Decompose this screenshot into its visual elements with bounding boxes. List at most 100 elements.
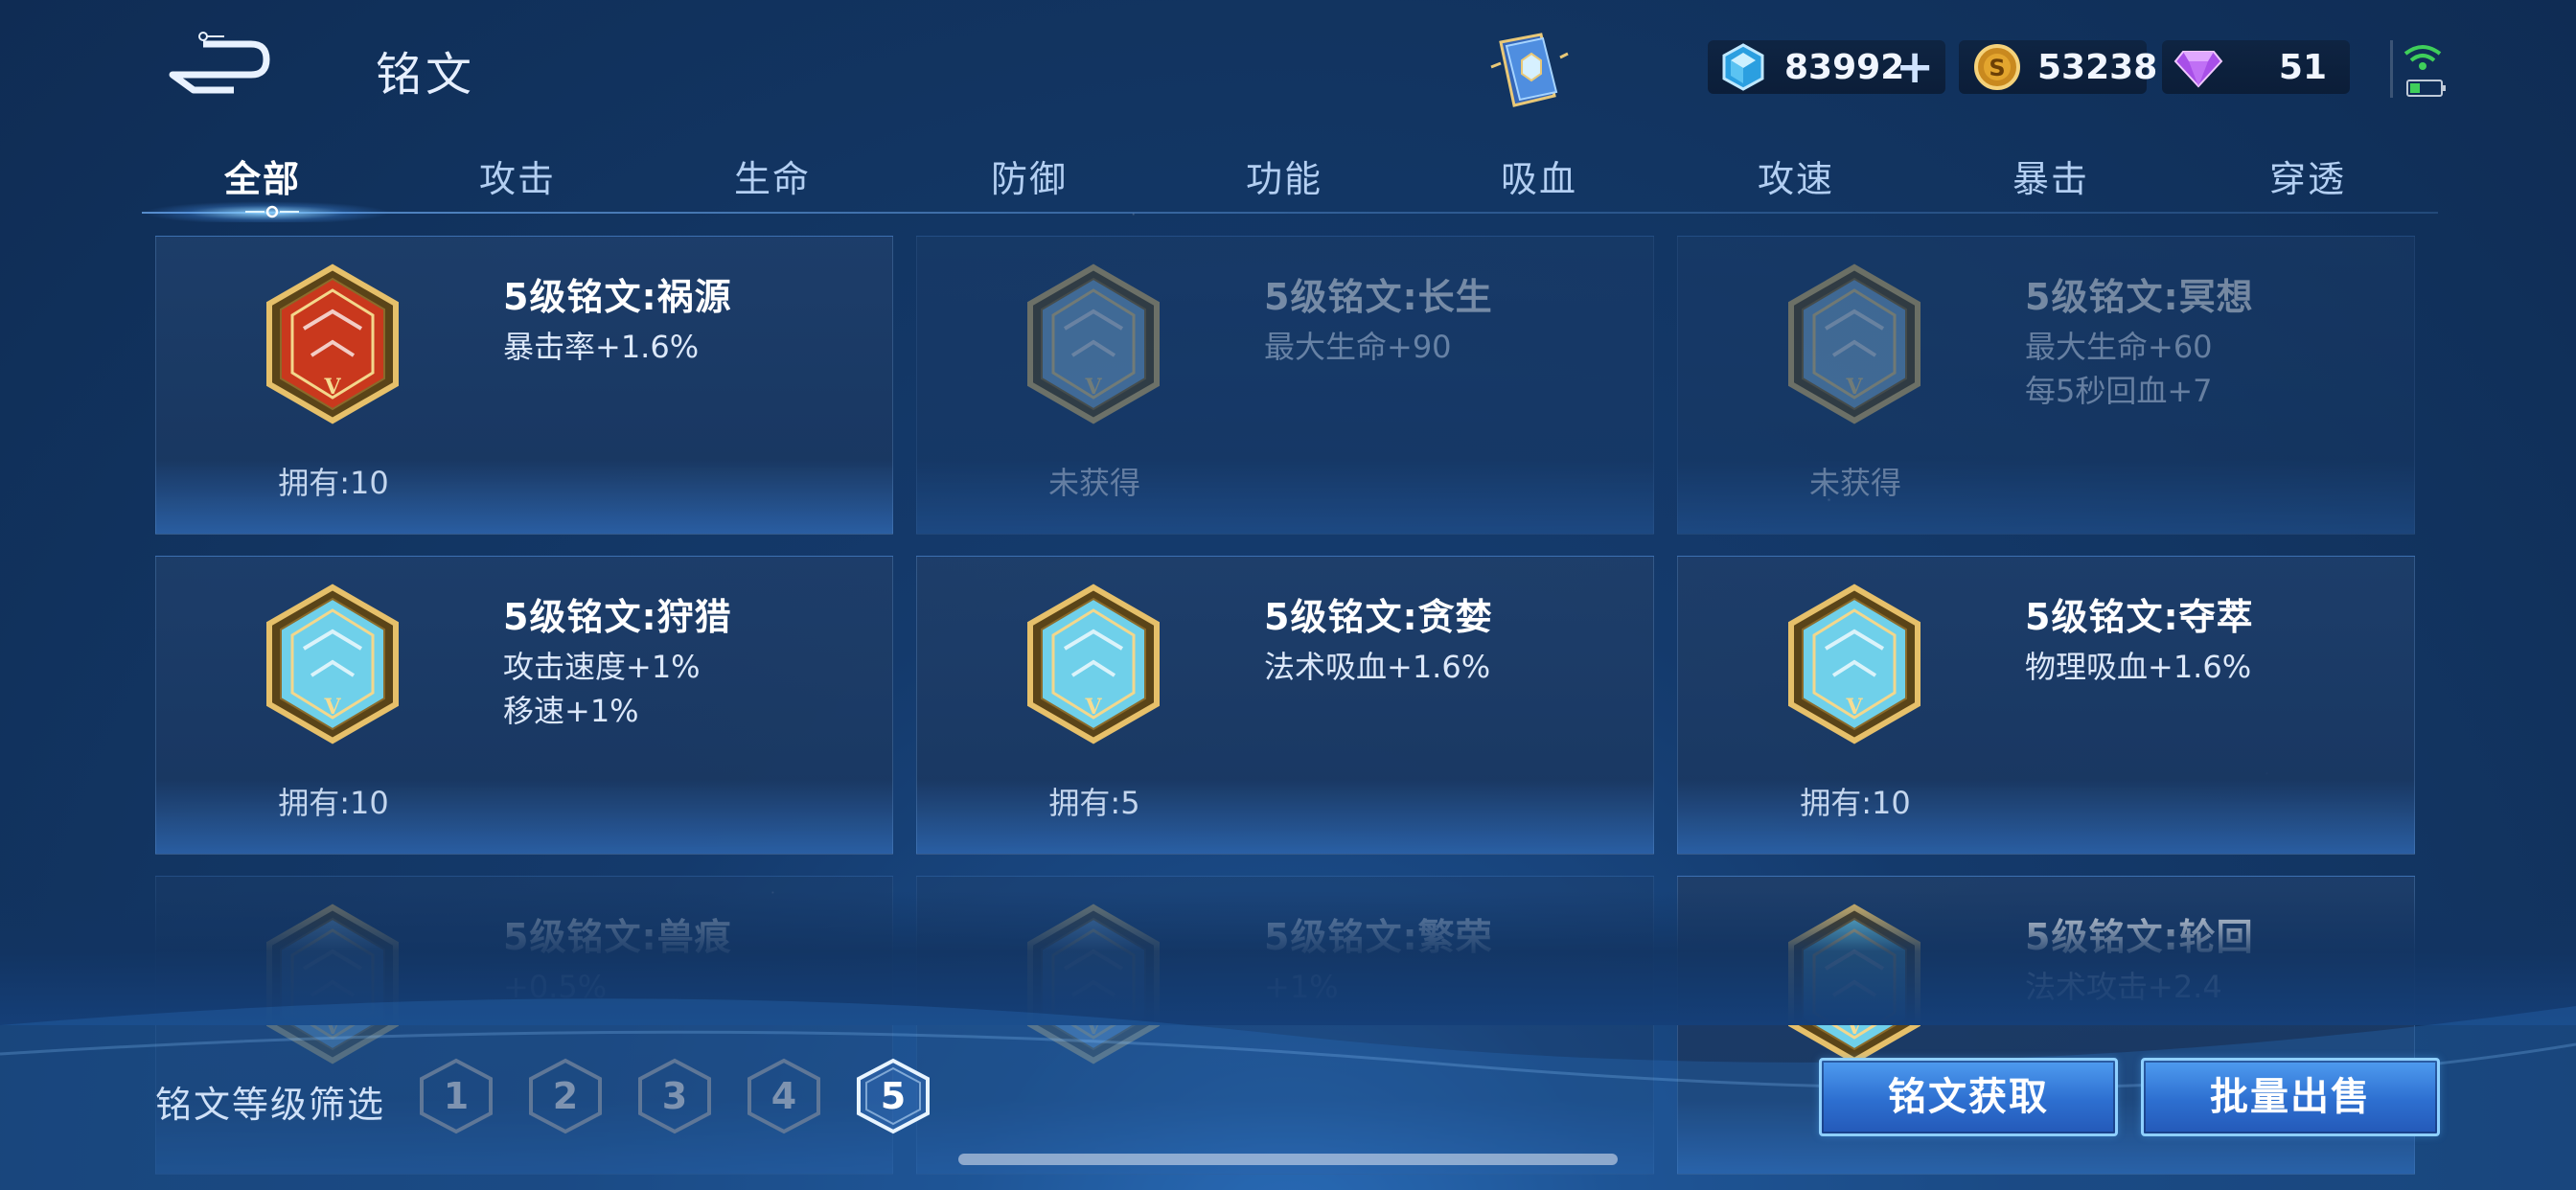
rune-stats: 最大生命+90: [1264, 325, 1452, 369]
rune-emblem-icon: V: [266, 263, 399, 424]
add-diamond-icon[interactable]: +: [1896, 44, 1934, 90]
rune-name: 5级铭文:兽痕: [503, 916, 732, 958]
rune-stat-line: 物理吸血+1.6%: [2025, 649, 2252, 685]
rune-owned-count: 拥有:10: [278, 785, 389, 821]
rune-stats: +0.5%: [503, 965, 607, 1009]
rune-stat-line: 暴击率+1.6%: [503, 329, 700, 365]
rune-name: 5级铭文:贪婪: [1264, 596, 1493, 638]
rune-owned-count: 拥有:10: [1800, 785, 1911, 821]
diamond-count: 83992: [1784, 47, 1905, 87]
level-filter-label: 铭文等级筛选: [155, 1084, 386, 1126]
rune-card[interactable]: V 5级铭文:冥想最大生命+60 每5秒回血+7 未获得: [1677, 236, 2415, 535]
level-filter-3[interactable]: 3: [634, 1057, 715, 1135]
level-filter-1[interactable]: 1: [416, 1057, 496, 1135]
rune-stat-line: +1%: [1264, 969, 1339, 1005]
rune-stat-line: 最大生命+60: [2025, 329, 2213, 365]
status-indicator: [2392, 34, 2453, 102]
rune-card[interactable]: V 5级铭文:夺萃 物理吸血+1.6% 拥有:10: [1677, 556, 2415, 855]
svg-text:V: V: [323, 375, 341, 400]
level-filter-5[interactable]: 5: [853, 1057, 933, 1135]
rune-name: 5级铭文:祸源: [503, 276, 732, 318]
diamond-currency: 83992 +: [1708, 40, 1945, 94]
rune-owned-count: 未获得: [1808, 465, 1901, 501]
rune-emblem-icon: V: [1788, 584, 1920, 744]
tabs-divider: [142, 212, 2438, 214]
back-arrow-icon: [169, 32, 270, 94]
gold-count: 53238: [2037, 47, 2158, 87]
rune-stat-line: +0.5%: [503, 969, 608, 1005]
svg-text:V: V: [1845, 375, 1863, 400]
rune-name: 5级铭文:繁荣: [1264, 916, 1493, 958]
gold-coin-icon: S: [1974, 44, 2020, 90]
level-number: 4: [770, 1075, 797, 1117]
rune-stats: 最大生命+60 每5秒回血+7: [2025, 325, 2213, 413]
purple-gem-icon: [2174, 51, 2223, 88]
level-filter-2[interactable]: 2: [525, 1057, 606, 1135]
category-tabs: 全部 攻击 生命 防御 功能 吸血 攻速 暴击 穿透: [142, 142, 2438, 215]
back-button[interactable]: [161, 29, 276, 96]
rune-emblem-icon: V: [266, 904, 399, 1064]
rune-emblem-icon: V: [1027, 263, 1160, 424]
svg-text:V: V: [323, 1015, 341, 1040]
rune-stats: +1%: [1264, 965, 1339, 1009]
tab-function[interactable]: 功能: [1208, 149, 1361, 202]
rune-emblem-icon: V: [266, 584, 399, 744]
obtain-rune-button[interactable]: 铭文获取: [1819, 1058, 2118, 1136]
diamond-icon: [1722, 43, 1764, 91]
rune-stat-line: 每5秒回血+7: [2025, 373, 2213, 409]
level-number: 5: [880, 1075, 907, 1117]
rune-name: 5级铭文:轮回: [2025, 916, 2254, 958]
tab-attack[interactable]: 攻击: [441, 149, 594, 202]
wifi-icon: [2404, 45, 2442, 70]
svg-text:V: V: [323, 695, 341, 720]
svg-text:V: V: [1084, 1015, 1102, 1040]
svg-text:V: V: [1084, 375, 1102, 400]
svg-text:V: V: [1845, 1015, 1863, 1040]
rune-stat-line: 法术吸血+1.6%: [1264, 649, 1491, 685]
rune-stat-line: 攻击速度+1%: [503, 649, 701, 685]
rune-card[interactable]: V 5级铭文:长生最大生命+90 未获得: [916, 236, 1654, 535]
gem-currency: 51: [2162, 40, 2350, 94]
tab-critical[interactable]: 暴击: [1974, 149, 2128, 202]
level-number: 3: [661, 1075, 688, 1117]
rune-name: 5级铭文:长生: [1264, 276, 1493, 318]
rune-card[interactable]: V 5级铭文:繁荣 +1%: [916, 876, 1654, 1175]
rune-stats: 法术攻击+2.4: [2025, 965, 2222, 1009]
tab-attack-speed[interactable]: 攻速: [1719, 149, 1873, 202]
rune-book-icon[interactable]: [1484, 29, 1572, 111]
rune-card[interactable]: V 5级铭文:贪婪法术吸血+1.6% 拥有:5: [916, 556, 1654, 855]
tab-lifesteal[interactable]: 吸血: [1462, 149, 1616, 202]
svg-text:S: S: [1989, 55, 2005, 81]
rune-owned-count: 拥有:10: [278, 465, 389, 501]
rune-stat-line: 法术攻击+2.4: [2025, 969, 2222, 1005]
page-title: 铭文: [376, 48, 476, 102]
level-number: 2: [552, 1075, 579, 1117]
rune-name: 5级铭文:狩猎: [503, 596, 732, 638]
rune-owned-count: 未获得: [1047, 465, 1140, 501]
rune-stat-line: 最大生命+90: [1264, 329, 1452, 365]
rune-emblem-icon: V: [1027, 584, 1160, 744]
tab-defense[interactable]: 防御: [953, 149, 1106, 202]
home-indicator[interactable]: [958, 1154, 1618, 1165]
svg-text:V: V: [1084, 695, 1102, 720]
svg-text:V: V: [1845, 695, 1863, 720]
rune-owned-count: 拥有:5: [1048, 785, 1140, 821]
level-filter-4[interactable]: 4: [744, 1057, 824, 1135]
rune-emblem-icon: V: [1788, 263, 1920, 424]
tab-penetration[interactable]: 穿透: [2231, 149, 2384, 202]
active-tab-indicator: [245, 205, 299, 218]
rune-stats: 攻击速度+1% 移速+1%: [503, 645, 701, 733]
rune-card[interactable]: V 5级铭文:祸源暴击率+1.6% 拥有:10: [155, 236, 893, 535]
gold-currency: S 53238: [1959, 40, 2157, 94]
tab-all[interactable]: 全部: [186, 149, 339, 202]
bulk-sell-button[interactable]: 批量出售: [2141, 1058, 2440, 1136]
rune-emblem-icon: V: [1027, 904, 1160, 1064]
gem-count: 51: [2278, 47, 2327, 87]
tab-health[interactable]: 生命: [696, 149, 849, 202]
battery-icon: [2406, 80, 2446, 97]
level-number: 1: [443, 1075, 470, 1117]
rune-card[interactable]: V 5级铭文:狩猎攻击速度+1% 移速+1% 拥有:10: [155, 556, 893, 855]
rune-stats: 暴击率+1.6%: [503, 325, 699, 369]
rune-stat-line: 移速+1%: [503, 693, 639, 729]
rune-name: 5级铭文:冥想: [2025, 276, 2254, 318]
